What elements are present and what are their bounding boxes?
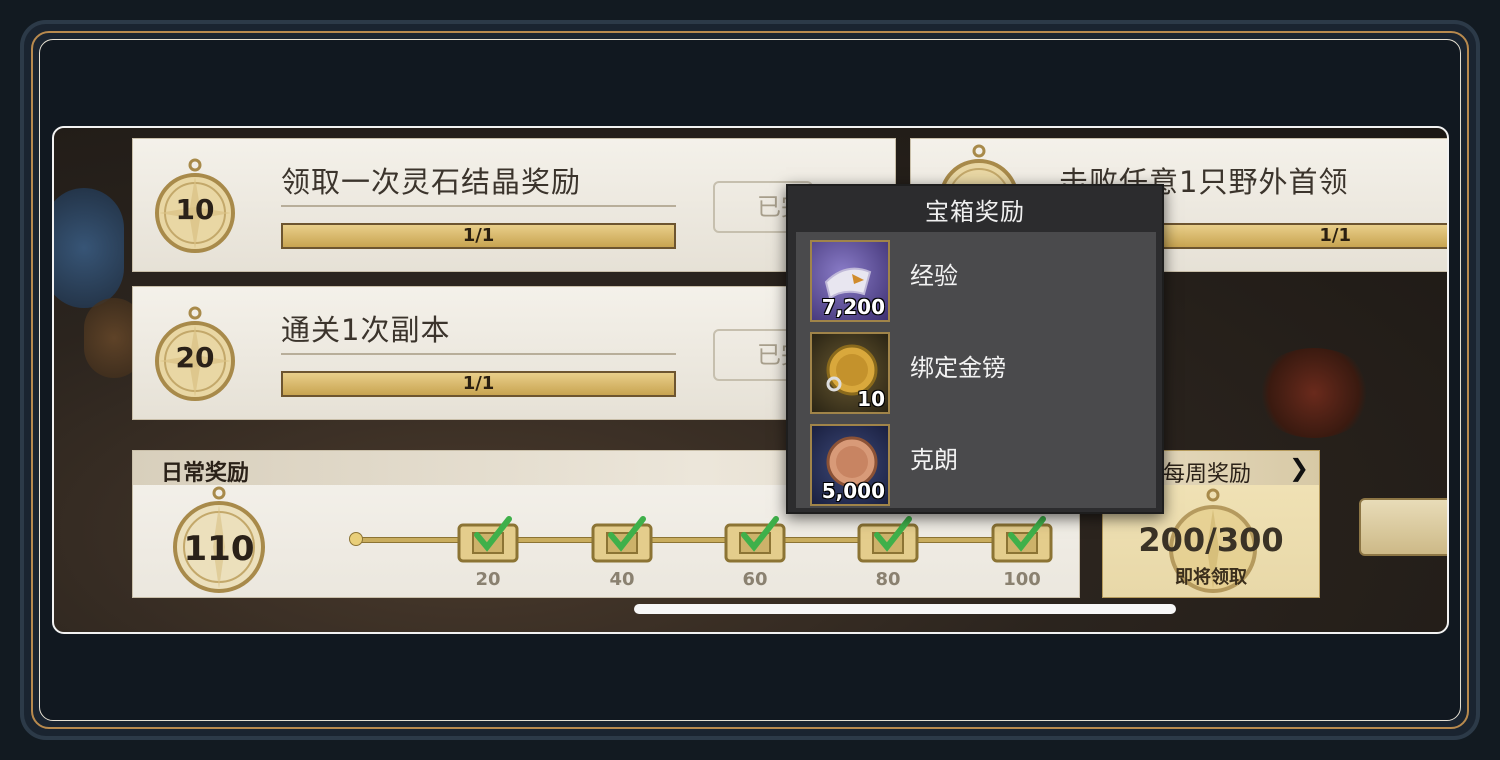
task-points: 10 — [175, 193, 215, 226]
compass-medal-icon: 20 — [153, 305, 237, 403]
reward-list: 7,200 经验 10 绑定金镑 5,000 克朗 — [796, 232, 1156, 508]
task-title: 通关1次副本 — [281, 313, 451, 347]
background-decoration — [54, 188, 124, 308]
task-progress-text: 1/1 — [462, 225, 495, 246]
reward-chest-20[interactable] — [455, 513, 521, 565]
reward-count: 5,000 — [821, 479, 885, 503]
divider — [281, 353, 676, 355]
milestone-label: 40 — [609, 569, 635, 590]
background-decoration — [1254, 348, 1374, 438]
task-row[interactable]: 20 通关1次副本 1/1 已完 — [132, 286, 896, 420]
reward-name: 克朗 — [910, 446, 958, 474]
task-progress-bar: 1/1 — [281, 371, 676, 397]
game-screen: 10 领取一次灵石结晶奖励 1/1 已完 击败任意1只野外首领 1/1 20 通… — [52, 126, 1449, 634]
reward-chest-40[interactable] — [589, 513, 655, 565]
reward-count: 7,200 — [821, 295, 885, 319]
reward-name: 经验 — [910, 262, 958, 290]
daily-points: 110 — [183, 529, 255, 569]
compass-medal-icon: 110 — [169, 485, 269, 597]
home-indicator[interactable] — [634, 604, 1176, 614]
task-title: 领取一次灵石结晶奖励 — [281, 165, 582, 199]
compass-medal-icon: 10 — [153, 157, 237, 255]
weekly-reward-label: 每周奖励 — [1163, 462, 1252, 487]
milestone-label: 100 — [1003, 569, 1041, 590]
task-points: 20 — [175, 341, 215, 374]
side-button[interactable] — [1359, 498, 1447, 556]
crown-coin-icon: 5,000 — [810, 424, 890, 506]
list-item[interactable]: 7,200 经验 — [796, 232, 1156, 324]
milestone-label: 60 — [742, 569, 768, 590]
task-progress-text: 1/1 — [462, 373, 495, 394]
reward-chest-60[interactable] — [722, 513, 788, 565]
task-progress-bar: 1/1 — [281, 223, 676, 249]
milestone-label: 20 — [475, 569, 501, 590]
milestone-label: 80 — [875, 569, 901, 590]
popup-title: 宝箱奖励 — [925, 198, 1025, 226]
task-row[interactable]: 10 领取一次灵石结晶奖励 1/1 已完 — [132, 138, 896, 272]
track-start-dot — [349, 532, 363, 546]
reward-count: 10 — [857, 387, 885, 411]
reward-chest-100[interactable] — [989, 513, 1055, 565]
list-item[interactable]: 5,000 克朗 — [796, 416, 1156, 508]
weekly-status: 即将领取 — [1175, 567, 1247, 588]
weekly-score: 200/300 — [1138, 521, 1284, 559]
reward-name: 绑定金镑 — [910, 354, 1006, 382]
divider — [281, 205, 676, 207]
chevron-right-icon[interactable]: ❯ — [1289, 454, 1309, 482]
exp-scroll-icon: 7,200 — [810, 240, 890, 322]
chest-reward-popup: 宝箱奖励 7,200 经验 10 绑定金镑 5,000 克朗 — [786, 184, 1164, 514]
reward-chest-80[interactable] — [855, 513, 921, 565]
bound-gold-coin-icon: 10 — [810, 332, 890, 414]
list-item[interactable]: 10 绑定金镑 — [796, 324, 1156, 416]
daily-reward-label: 日常奖励 — [161, 461, 250, 486]
